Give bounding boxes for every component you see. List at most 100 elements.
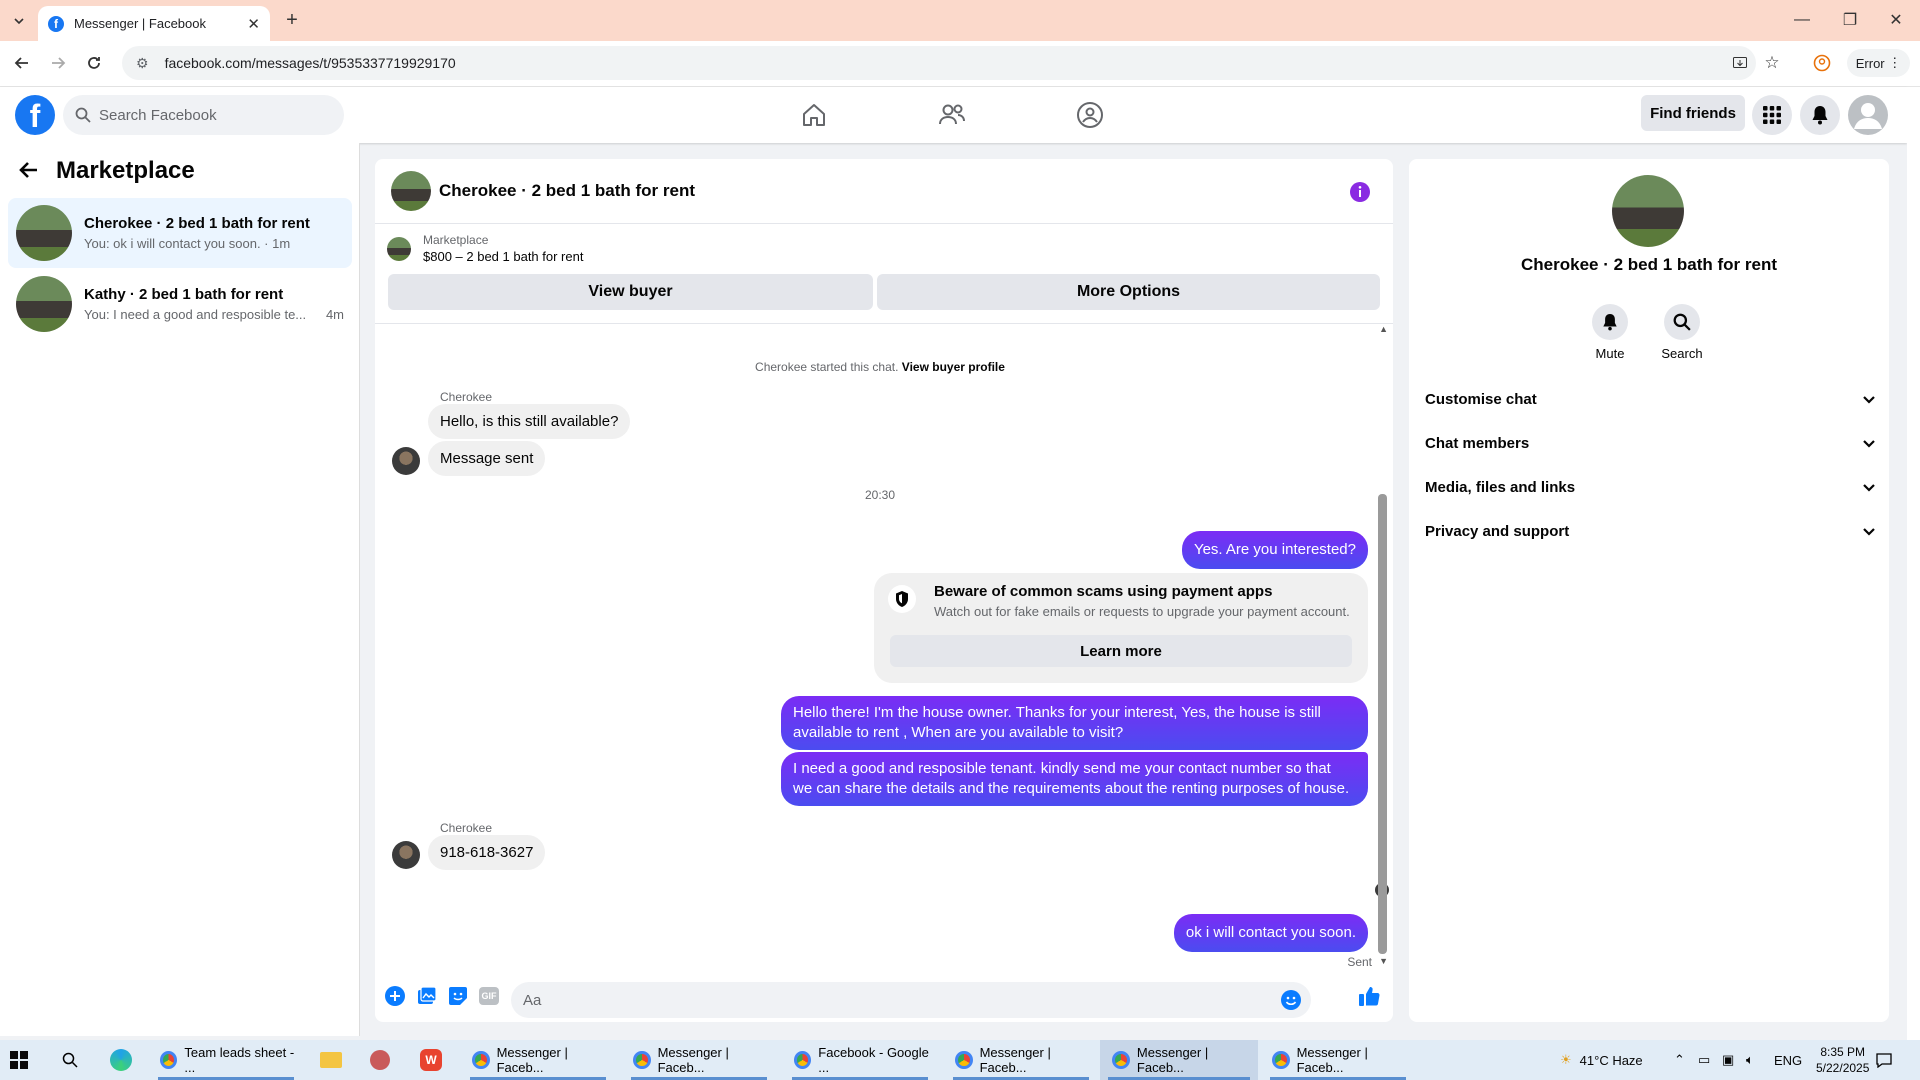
volume-icon[interactable]: 🔈︎ — [1746, 1040, 1754, 1080]
view-buyer-button[interactable]: View buyer — [388, 274, 873, 310]
back-icon[interactable] — [10, 51, 34, 75]
page-scrollbar[interactable] — [1907, 87, 1920, 1040]
notifications-bell-icon[interactable] — [1800, 95, 1840, 135]
minimize-icon[interactable]: — — [1790, 8, 1814, 32]
more-options-button[interactable]: More Options — [877, 274, 1380, 310]
profile-error-button[interactable]: Error ⋮ — [1847, 49, 1910, 77]
taskbar-item[interactable]: Messenger | Faceb... — [1262, 1040, 1414, 1080]
section-privacy-support[interactable]: Privacy and support — [1425, 523, 1875, 540]
shield-icon — [888, 585, 916, 613]
back-arrow-icon[interactable] — [18, 161, 38, 184]
facebook-logo-icon[interactable]: f — [15, 95, 55, 135]
profile-icon[interactable] — [1810, 51, 1834, 75]
conversation-item-cherokee[interactable]: Cherokee · 2 bed 1 bath for rent You: ok… — [8, 198, 352, 268]
outgoing-message[interactable]: ok i will contact you soon. — [1173, 914, 1368, 952]
wps-icon[interactable]: W — [420, 1040, 444, 1080]
section-media-files-links[interactable]: Media, files and links — [1425, 479, 1875, 496]
install-app-icon[interactable] — [1728, 51, 1752, 75]
find-friends-button[interactable]: Find friends — [1641, 95, 1745, 131]
sender-avatar[interactable] — [392, 447, 420, 475]
search-in-chat-button[interactable]: Search — [1652, 304, 1712, 361]
outgoing-message[interactable]: Hello there! I'm the house owner. Thanks… — [781, 696, 1368, 750]
new-tab-button[interactable]: + — [280, 8, 304, 32]
plus-circle-icon[interactable] — [385, 986, 405, 1011]
incoming-message[interactable]: 918-618-3627 — [428, 835, 546, 870]
close-tab-icon[interactable]: ✕ — [247, 15, 260, 33]
message-line: available to rent , When are you availab… — [793, 724, 1124, 741]
url-bar[interactable]: ⚙ facebook.com/messages/t/95353377199291… — [122, 46, 1756, 80]
view-buyer-profile-link[interactable]: View buyer profile — [902, 360, 1005, 374]
app-icon[interactable] — [370, 1040, 394, 1080]
taskbar-item[interactable]: Team leads sheet - ... — [150, 1040, 302, 1080]
search-facebook-input[interactable]: Search Facebook — [63, 95, 344, 135]
language-indicator[interactable]: ENG — [1774, 1040, 1802, 1080]
tab-search-chevron-icon[interactable] — [8, 10, 30, 32]
section-customise-chat[interactable]: Customise chat — [1425, 391, 1875, 408]
chat-avatar[interactable] — [391, 171, 431, 211]
section-chat-members[interactable]: Chat members — [1425, 435, 1875, 452]
scroll-down-arrow-icon[interactable]: ▼ — [1379, 956, 1388, 966]
account-avatar-icon[interactable] — [1848, 95, 1888, 135]
taskbar-item-active[interactable]: Messenger | Faceb... — [1100, 1040, 1258, 1080]
chrome-icon — [633, 1051, 651, 1069]
tray-chevron-icon[interactable]: ⌃ — [1674, 1040, 1685, 1080]
tray-display-icon[interactable]: ▭ — [1698, 1040, 1710, 1080]
details-avatar[interactable] — [1612, 175, 1684, 247]
emoji-icon[interactable] — [1281, 990, 1301, 1014]
forward-icon[interactable] — [46, 51, 70, 75]
restore-icon[interactable]: ❐ — [1838, 8, 1862, 32]
scroll-up-arrow-icon[interactable]: ▲ — [1379, 324, 1388, 334]
search-placeholder: Search Facebook — [99, 106, 217, 124]
chat-header: Cherokee · 2 bed 1 bath for rent — [375, 159, 1393, 224]
browser-tab-strip: f Messenger | Facebook ✕ + — ❐ ✕ — [0, 0, 1920, 41]
network-icon[interactable]: ▣ — [1722, 1040, 1734, 1080]
section-label: Privacy and support — [1425, 523, 1570, 540]
incoming-message[interactable]: Message sent — [428, 441, 546, 476]
chat-started-notice: Cherokee started this chat. View buyer p… — [375, 360, 1385, 374]
message-input[interactable]: Aa — [511, 982, 1311, 1018]
notification-center-icon[interactable] — [1876, 1040, 1892, 1080]
menu-grid-icon[interactable] — [1752, 95, 1792, 135]
clock-time: 8:35 PM — [1820, 1045, 1866, 1059]
sender-name: Cherokee — [440, 390, 493, 404]
section-label: Customise chat — [1425, 391, 1537, 408]
clock[interactable]: 8:35 PM 5/22/2025 — [1816, 1040, 1869, 1080]
listing-summary[interactable]: Marketplace $800 – 2 bed 1 bath for rent — [387, 233, 583, 264]
close-window-icon[interactable]: ✕ — [1884, 8, 1908, 32]
mute-button[interactable]: Mute — [1580, 304, 1640, 361]
scrollbar-thumb[interactable] — [1378, 494, 1387, 954]
taskbar-item[interactable]: Facebook - Google ... — [784, 1040, 936, 1080]
tab-messenger[interactable]: f Messenger | Facebook ✕ — [38, 6, 270, 41]
windows-start-icon[interactable] — [10, 1040, 36, 1080]
message-line: Hello there! I'm the house owner. Thanks… — [793, 704, 1321, 721]
windows-taskbar: Team leads sheet - ... W Messenger | Fac… — [0, 1040, 1920, 1080]
friends-icon[interactable] — [922, 95, 982, 135]
gif-icon[interactable]: GIF — [479, 987, 499, 1005]
weather-widget[interactable]: ☀ 41°C Haze — [1560, 1040, 1643, 1080]
edge-icon[interactable] — [110, 1040, 134, 1080]
marketplace-label: Marketplace — [423, 233, 489, 247]
outgoing-message[interactable]: I need a good and resposible tenant. kin… — [781, 752, 1368, 806]
bookmark-star-icon[interactable]: ☆ — [1760, 51, 1784, 75]
sender-avatar[interactable] — [392, 841, 420, 869]
message-input-placeholder: Aa — [523, 991, 542, 1009]
conversation-item-kathy[interactable]: Kathy · 2 bed 1 bath for rent You: I nee… — [8, 269, 352, 339]
reload-icon[interactable] — [82, 51, 106, 75]
taskbar-item[interactable]: Messenger | Faceb... — [623, 1040, 775, 1080]
incoming-message[interactable]: Hello, is this still available? — [428, 404, 631, 439]
groups-icon[interactable] — [1060, 95, 1120, 135]
file-explorer-icon[interactable] — [320, 1040, 344, 1080]
taskbar-item[interactable]: Messenger | Faceb... — [945, 1040, 1097, 1080]
photo-icon[interactable] — [417, 986, 437, 1011]
taskbar-item-label: Messenger | Faceb... — [1136, 1045, 1209, 1075]
info-icon[interactable] — [1349, 181, 1371, 208]
chat-title[interactable]: Cherokee · 2 bed 1 bath for rent — [439, 181, 695, 201]
taskbar-item[interactable]: Messenger | Faceb... — [462, 1040, 614, 1080]
home-icon[interactable] — [784, 95, 844, 135]
sticker-icon[interactable] — [448, 986, 468, 1011]
thumbs-up-icon[interactable] — [1358, 985, 1380, 1012]
site-info-icon[interactable]: ⚙ — [136, 55, 149, 72]
learn-more-button[interactable]: Learn more — [890, 635, 1352, 667]
search-taskbar-icon[interactable] — [62, 1040, 86, 1080]
outgoing-message[interactable]: Yes. Are you interested? — [1181, 531, 1368, 569]
